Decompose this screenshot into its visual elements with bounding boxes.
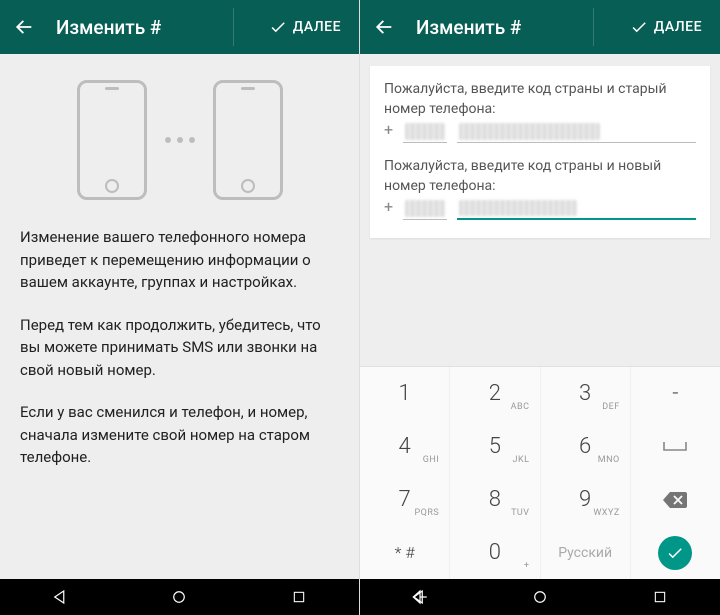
- new-number-label: Пожалуйста, введите код страны и новый н…: [384, 157, 696, 196]
- intro-paragraph-1: Изменение вашего телефонного номера прив…: [20, 226, 339, 294]
- transfer-dots-icon: [165, 137, 195, 143]
- appbar: Изменить # ДАЛЕЕ: [360, 0, 720, 54]
- phone-new-icon: [213, 80, 283, 200]
- nav-home[interactable]: [159, 583, 199, 611]
- phone-old-icon: [77, 80, 147, 200]
- navbar: [0, 579, 359, 615]
- screen-input: Изменить # ДАЛЕЕ Пожалуйста, введите код…: [360, 0, 720, 615]
- intro-content: Изменение вашего телефонного номера прив…: [0, 54, 359, 579]
- navbar: [360, 579, 720, 615]
- next-button[interactable]: ДАЛЕЕ: [620, 0, 712, 54]
- old-number-label: Пожалуйста, введите код страны и старый …: [384, 80, 696, 119]
- key-5[interactable]: 5JKL: [450, 420, 540, 473]
- next-label: ДАЛЕЕ: [293, 19, 341, 35]
- key-language[interactable]: Русский: [541, 526, 631, 579]
- space-icon: [662, 440, 688, 454]
- phones-illustration: [20, 80, 339, 200]
- key-3[interactable]: 3DEF: [541, 367, 631, 420]
- key-0[interactable]: 0+: [450, 526, 540, 579]
- screen-intro: Изменить # ДАЛЕЕ Изменение вашего телефо…: [0, 0, 360, 615]
- appbar-title: Изменить #: [400, 16, 620, 39]
- back-button[interactable]: [368, 11, 400, 43]
- key-dash[interactable]: -: [631, 367, 720, 420]
- key-4[interactable]: 4GHI: [360, 420, 450, 473]
- key-7[interactable]: 7PQRS: [360, 473, 450, 526]
- old-country-code-input[interactable]: [403, 119, 447, 143]
- backspace-icon: [662, 491, 688, 509]
- new-country-code-input[interactable]: [403, 196, 447, 220]
- number-form: Пожалуйста, введите код страны и старый …: [370, 66, 710, 238]
- key-star-hash[interactable]: * #: [360, 526, 450, 579]
- key-space[interactable]: [631, 420, 720, 473]
- numeric-keypad: 1 2ABC 3DEF - 4GHI 5JKL 6MNO 7PQRS 8TUV …: [360, 366, 720, 579]
- enter-icon: [658, 536, 692, 570]
- nav-recent[interactable]: [279, 583, 319, 611]
- nav-home[interactable]: [520, 583, 560, 611]
- key-enter[interactable]: [631, 526, 720, 579]
- next-label: ДАЛЕЕ: [654, 19, 702, 35]
- intro-paragraph-3: Если у вас сменился и телефон, и номер, …: [20, 401, 339, 469]
- key-backspace[interactable]: [631, 473, 720, 526]
- key-6[interactable]: 6MNO: [541, 420, 631, 473]
- key-9[interactable]: 9WXYZ: [541, 473, 631, 526]
- nav-recent[interactable]: [640, 583, 680, 611]
- nav-back[interactable]: [40, 583, 80, 611]
- old-phone-input[interactable]: [457, 119, 696, 143]
- new-phone-input[interactable]: [457, 196, 696, 220]
- nav-back[interactable]: [400, 583, 440, 611]
- back-button[interactable]: [8, 11, 40, 43]
- next-button[interactable]: ДАЛЕЕ: [259, 0, 351, 54]
- key-8[interactable]: 8TUV: [450, 473, 540, 526]
- key-2[interactable]: 2ABC: [450, 367, 540, 420]
- appbar: Изменить # ДАЛЕЕ: [0, 0, 359, 54]
- intro-paragraph-2: Перед тем как продолжить, убедитесь, что…: [20, 314, 339, 382]
- appbar-title: Изменить #: [40, 16, 259, 39]
- plus-sign: +: [384, 120, 393, 143]
- plus-sign: +: [384, 197, 393, 220]
- key-1[interactable]: 1: [360, 367, 450, 420]
